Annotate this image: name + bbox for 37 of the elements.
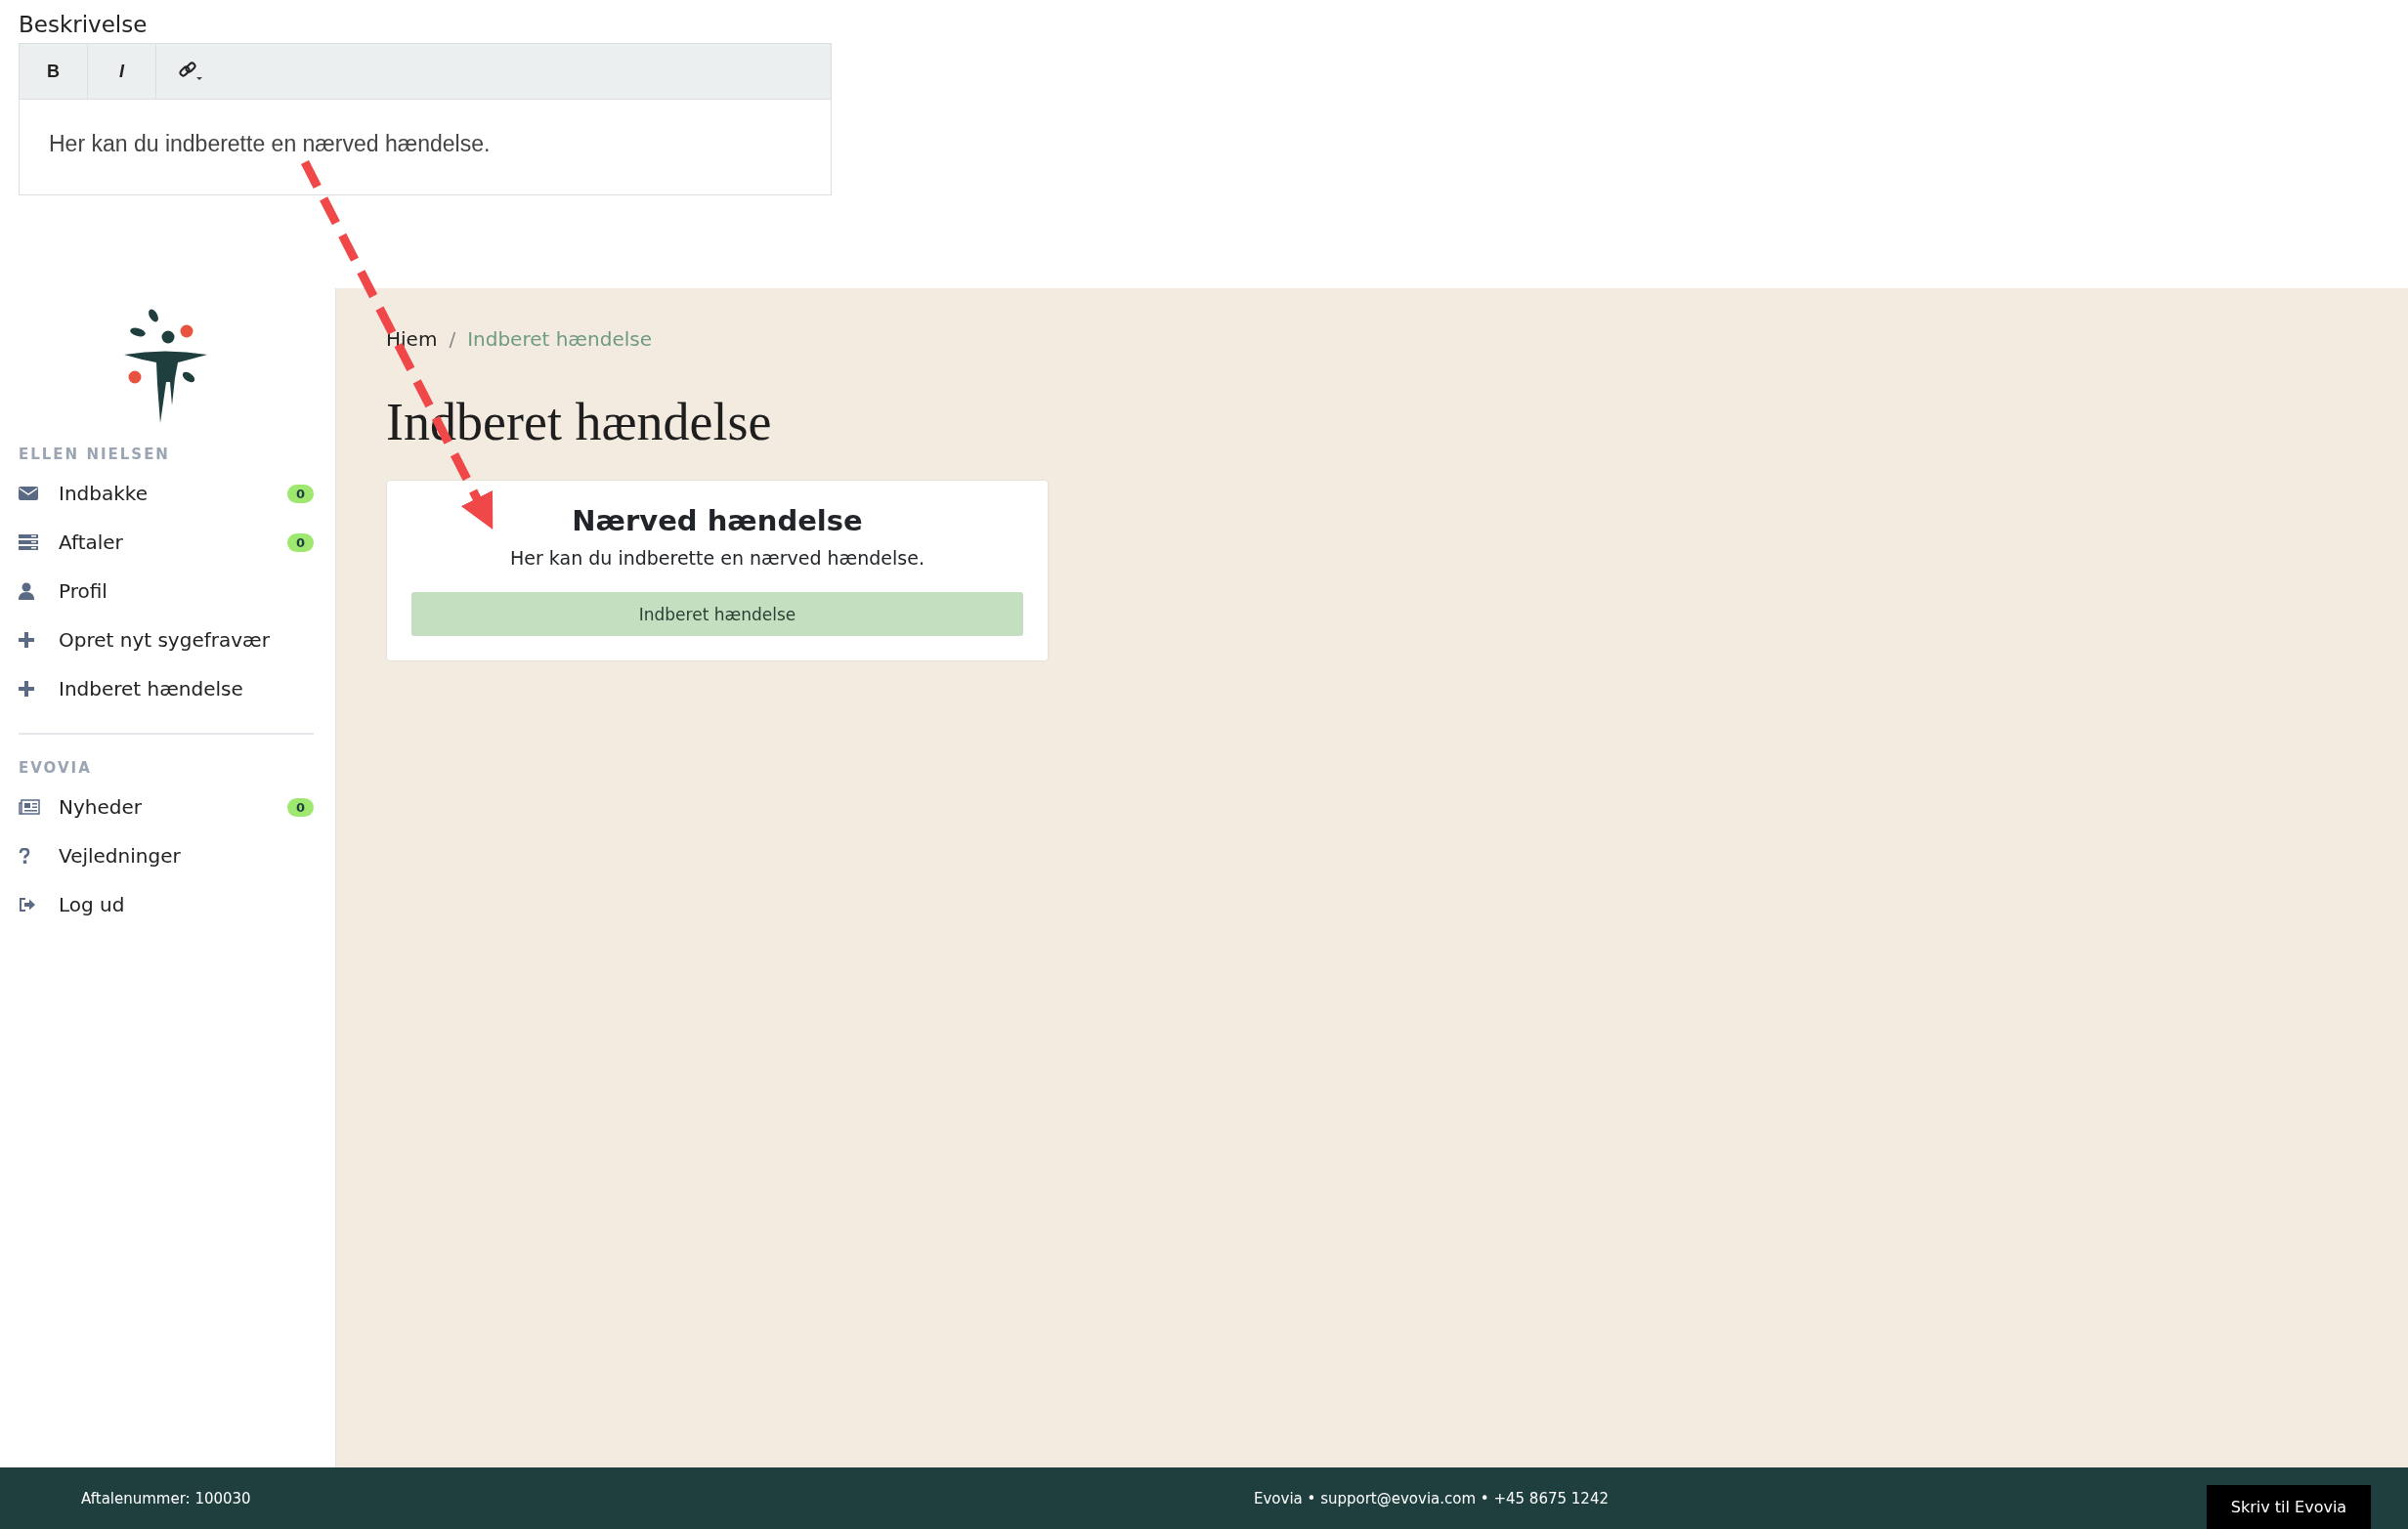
count-badge: 0 bbox=[286, 532, 314, 552]
list-icon bbox=[19, 534, 38, 550]
contact-button[interactable]: Skriv til Evovia bbox=[2207, 1485, 2371, 1529]
breadcrumb-link[interactable]: Hjem bbox=[386, 327, 438, 351]
nav-link[interactable]: Indbakke bbox=[59, 482, 148, 505]
contact-info: Evovia • support@evovia.com • +45 8675 1242 bbox=[1254, 1489, 1609, 1508]
italic-button[interactable]: I bbox=[88, 44, 156, 99]
text-editor[interactable]: B I Her kan du indberette en nærved hændelse. bbox=[19, 43, 832, 195]
nav-link[interactable]: Profil bbox=[59, 579, 108, 603]
report-button[interactable]: Indberet hændelse bbox=[411, 592, 1023, 636]
breadcrumb-current: Indberet hændelse bbox=[467, 327, 652, 351]
count-badge: 0 bbox=[286, 484, 314, 503]
sign-out-icon bbox=[19, 897, 36, 913]
agreement-number: Aftalenummer: 100030 bbox=[81, 1489, 251, 1508]
link-icon bbox=[178, 61, 203, 82]
field-label: Beskrivelse bbox=[19, 12, 148, 37]
count-badge: 0 bbox=[286, 797, 314, 817]
card-title: Nærved hændelse bbox=[572, 504, 863, 537]
section-heading: EVOVIA bbox=[19, 759, 92, 777]
bold-button[interactable]: B bbox=[20, 44, 88, 99]
breadcrumb-separator: / bbox=[449, 327, 456, 351]
nav-link[interactable]: Nyheder bbox=[59, 795, 142, 819]
newspaper-icon bbox=[19, 799, 40, 815]
plus-icon bbox=[19, 632, 34, 648]
nav-link[interactable]: Indberet hændelse bbox=[59, 677, 243, 701]
card-text: Her kan du indberette en nærved hændelse. bbox=[510, 547, 924, 569]
page-title: Indberet hændelse bbox=[386, 393, 772, 451]
question-icon bbox=[19, 848, 30, 864]
nav-link[interactable]: Log ud bbox=[59, 893, 125, 916]
editor-text: Her kan du indberette en nærved hændelse. bbox=[49, 131, 491, 157]
envelope-icon bbox=[19, 486, 38, 501]
user-icon bbox=[19, 582, 34, 600]
section-heading: ELLEN NIELSEN bbox=[19, 446, 170, 463]
nav-link[interactable]: Vejledninger bbox=[59, 844, 181, 868]
nav-link[interactable]: Aftaler bbox=[59, 531, 123, 554]
plus-icon bbox=[19, 681, 34, 697]
nav-link[interactable]: Opret nyt sygefravær bbox=[59, 628, 270, 652]
